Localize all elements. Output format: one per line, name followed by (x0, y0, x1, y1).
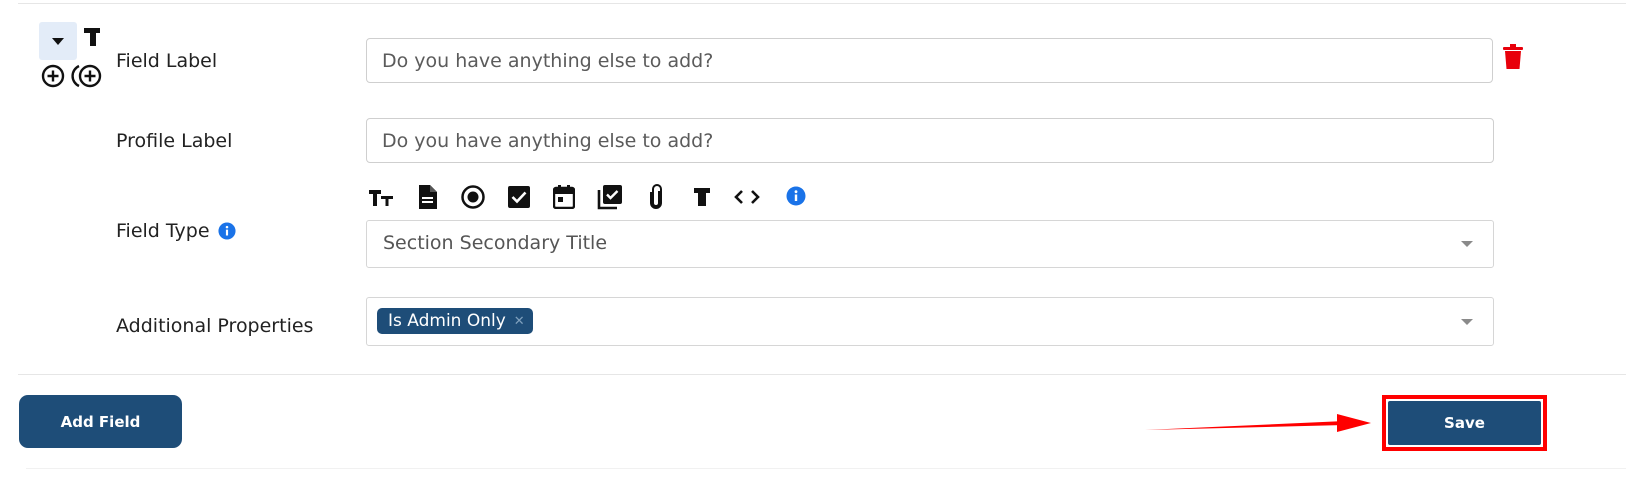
bottom-divider (26, 468, 1626, 469)
chevron-down-icon (1461, 241, 1473, 247)
paperclip-icon[interactable] (643, 184, 669, 210)
field-type-info-icon[interactable] (217, 222, 236, 240)
title-text-icon[interactable] (689, 184, 715, 210)
field-type-select[interactable]: Section Secondary Title (366, 220, 1494, 268)
checklist-icon[interactable] (597, 184, 623, 210)
caret-down-icon (52, 37, 64, 45)
field-label-input[interactable] (366, 38, 1493, 83)
additional-properties-label: Additional Properties (116, 313, 313, 339)
chip-label: Is Admin Only (388, 311, 506, 331)
property-chip: Is Admin Only ✕ (377, 308, 533, 334)
add-field-icon[interactable] (40, 63, 66, 89)
additional-properties-select[interactable]: Is Admin Only ✕ (366, 297, 1494, 346)
code-icon[interactable] (734, 184, 760, 210)
calendar-icon[interactable] (551, 184, 577, 210)
checkbox-icon[interactable] (506, 184, 532, 210)
info-icon[interactable] (783, 183, 809, 209)
add-subfield-icon[interactable] (70, 63, 104, 89)
section-divider (18, 374, 1626, 375)
profile-label-text: Profile Label (116, 130, 233, 152)
collapse-toggle[interactable] (39, 22, 77, 60)
save-button[interactable]: Save (1388, 401, 1541, 445)
additional-properties-text: Additional Properties (116, 315, 314, 337)
field-type-selected-value: Section Secondary Title (383, 232, 608, 254)
remove-chip-icon[interactable]: ✕ (514, 314, 525, 329)
add-field-button[interactable]: Add Field (19, 395, 182, 448)
chevron-down-icon (1461, 319, 1473, 325)
annotation-arrow (1145, 414, 1371, 432)
radio-button-icon[interactable] (460, 184, 486, 210)
trash-icon[interactable] (1503, 44, 1523, 74)
profile-label-input[interactable] (366, 118, 1494, 163)
profile-label-label: Profile Label (116, 128, 232, 154)
field-label-label: Field Label (116, 48, 217, 74)
top-divider (18, 3, 1626, 4)
document-icon[interactable] (414, 184, 440, 210)
field-type-text: Field Type (116, 220, 210, 242)
text-type-icon[interactable] (81, 24, 103, 50)
text-size-icon[interactable] (368, 184, 394, 210)
field-label-text: Field Label (116, 50, 218, 72)
field-type-label: Field Type (116, 218, 236, 244)
